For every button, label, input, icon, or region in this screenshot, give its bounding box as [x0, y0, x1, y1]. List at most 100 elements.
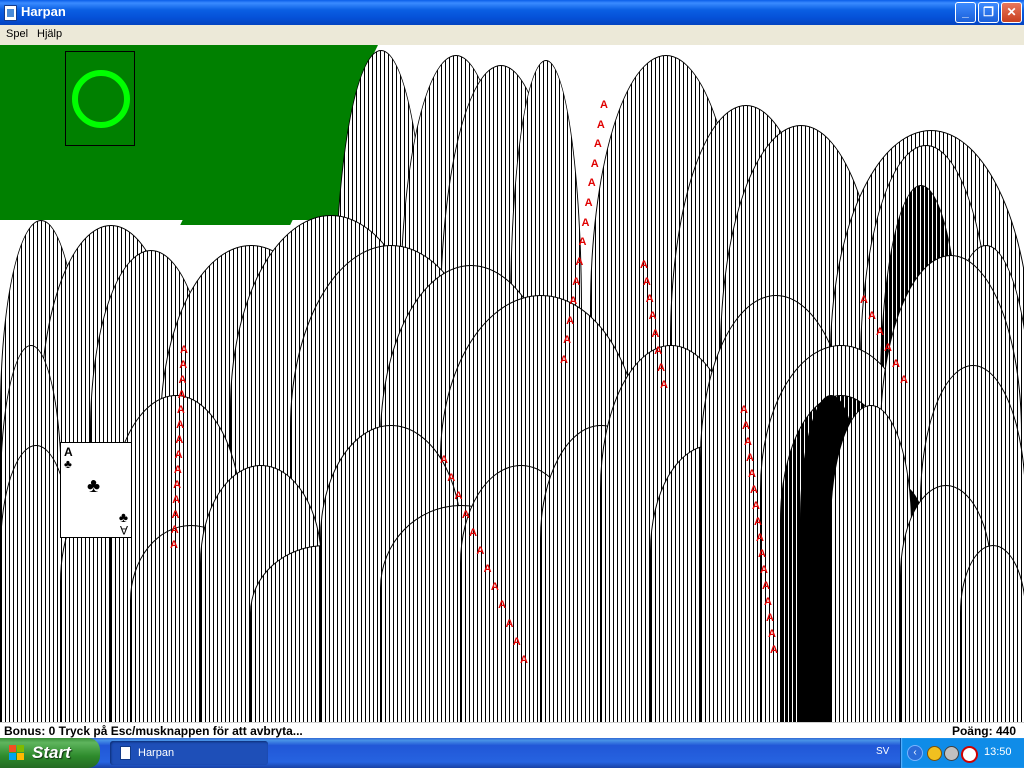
heart-rank-mark: A	[900, 374, 908, 386]
stock-pile-slot[interactable]	[65, 51, 135, 146]
heart-rank-mark: A	[483, 563, 492, 576]
antivirus-icon[interactable]	[961, 746, 978, 763]
minimize-button[interactable]: _	[955, 2, 976, 23]
heart-rank-mark: A	[648, 310, 657, 323]
heart-rank-mark: A	[642, 276, 651, 289]
heart-rank-mark: A	[180, 344, 188, 356]
language-indicator[interactable]: SV	[876, 746, 889, 757]
heart-rank-mark: A	[892, 358, 900, 370]
heart-rank-mark: A	[742, 420, 750, 432]
heart-rank-mark: A	[884, 342, 892, 354]
heart-rank-mark: A	[172, 494, 181, 506]
heart-rank-mark: A	[560, 354, 568, 366]
heart-rank-mark: A	[868, 310, 876, 322]
heart-rank-mark: A	[660, 379, 668, 391]
heart-rank-mark: A	[176, 404, 185, 416]
menu-hjalp[interactable]: Hjälp	[37, 28, 62, 40]
heart-rank-mark: A	[461, 508, 470, 521]
menu-bar: Spel Hjälp	[0, 25, 1024, 45]
heart-rank-mark: A	[657, 361, 666, 374]
taskbar-item-label: Harpan	[138, 747, 175, 759]
system-tray: ‹ 13:50	[900, 738, 1024, 768]
start-label: Start	[32, 743, 71, 762]
taskbar: Start Harpan SV ‹ 13:50	[0, 738, 1024, 768]
club-icon: ♣	[87, 475, 101, 497]
close-button[interactable]: ✕	[1001, 2, 1022, 23]
heart-rank-mark: A	[177, 389, 186, 401]
window-title: Harpan	[21, 4, 66, 19]
status-message: Bonus: 0 Tryck på Esc/musknappen för att…	[4, 724, 303, 738]
heart-rank-mark: A	[171, 509, 180, 521]
heart-rank-mark: A	[752, 500, 760, 512]
heart-rank-mark: A	[768, 628, 776, 640]
heart-rank-mark: A	[750, 484, 758, 496]
club-icon: ♣	[64, 457, 72, 471]
clock[interactable]: 13:50	[984, 746, 1012, 758]
heart-rank-mark: A	[587, 177, 596, 190]
score-display: Poäng: 440	[951, 724, 1016, 738]
heart-rank-mark: A	[469, 526, 478, 539]
windows-logo-icon	[9, 745, 24, 760]
heart-rank-mark: A	[178, 374, 187, 386]
heart-rank-mark: A	[179, 359, 188, 371]
title-bar[interactable]: Harpan _ ❐ ✕	[0, 0, 1024, 25]
heart-rank-mark: A	[447, 472, 456, 485]
heart-rank-mark: A	[746, 452, 754, 464]
heart-rank-mark: A	[584, 197, 593, 210]
heart-rank-mark: A	[651, 327, 660, 340]
menu-spel[interactable]: Spel	[6, 28, 28, 40]
heart-rank-mark: A	[170, 539, 178, 551]
heart-rank-mark: A	[762, 580, 770, 592]
heart-rank-mark: A	[512, 635, 521, 648]
heart-rank-mark: A	[754, 516, 762, 528]
heart-rank-mark: A	[175, 434, 184, 446]
app-icon	[120, 746, 131, 760]
start-button[interactable]: Start	[0, 738, 100, 768]
network-icon[interactable]	[927, 746, 942, 761]
maximize-button[interactable]: ❐	[978, 2, 999, 23]
heart-rank-mark: A	[654, 344, 663, 357]
show-hidden-icons-button[interactable]: ‹	[907, 745, 923, 761]
heart-rank-mark: A	[876, 326, 884, 338]
heart-rank-mark: A	[593, 138, 602, 151]
heart-rank-mark: A	[520, 654, 528, 666]
heart-rank-mark: A	[174, 449, 183, 461]
heart-rank-mark: A	[744, 436, 752, 448]
app-icon[interactable]	[4, 5, 17, 21]
redeal-circle-icon[interactable]	[72, 70, 130, 128]
heart-rank-mark: A	[578, 236, 587, 249]
heart-rank-mark: A	[740, 404, 748, 416]
heart-rank-mark: A	[569, 295, 578, 308]
heart-rank-mark: A	[600, 99, 608, 111]
security-icon[interactable]	[944, 746, 959, 761]
heart-rank-mark: A	[760, 564, 768, 576]
heart-rank-mark: A	[770, 644, 778, 656]
heart-rank-mark: A	[860, 294, 868, 306]
heart-rank-mark: A	[748, 468, 756, 480]
heart-rank-mark: A	[766, 612, 774, 624]
heart-rank-mark: A	[476, 544, 485, 557]
heart-rank-mark: A	[758, 548, 766, 560]
taskbar-item-harpan[interactable]: Harpan	[110, 741, 268, 765]
heart-rank-mark: A	[490, 581, 499, 594]
game-area[interactable]: AAAAAAAAAAAAAAAAAAAAAAAAAAAAAAAAAAAAAAAA…	[0, 45, 1024, 722]
card-trail-arch	[960, 545, 1024, 722]
heart-rank-mark: A	[498, 599, 507, 612]
card-rank: A	[119, 523, 128, 537]
heart-rank-mark: A	[440, 454, 448, 466]
heart-rank-mark: A	[176, 419, 185, 431]
heart-rank-mark: A	[572, 275, 581, 288]
heart-rank-mark: A	[581, 216, 590, 229]
heart-rank-mark: A	[563, 334, 572, 347]
heart-rank-mark: A	[505, 617, 514, 630]
heart-rank-mark: A	[596, 118, 605, 131]
heart-rank-mark: A	[173, 479, 182, 491]
status-bar: Bonus: 0 Tryck på Esc/musknappen för att…	[0, 722, 1024, 739]
heart-rank-mark: A	[756, 532, 764, 544]
heart-rank-mark: A	[566, 314, 575, 327]
heart-rank-mark: A	[454, 490, 463, 503]
ace-of-clubs-card: A ♣ ♣ ♣ A	[60, 442, 132, 538]
heart-rank-mark: A	[640, 259, 648, 271]
heart-rank-mark: A	[173, 464, 182, 476]
heart-rank-mark: A	[575, 255, 584, 268]
